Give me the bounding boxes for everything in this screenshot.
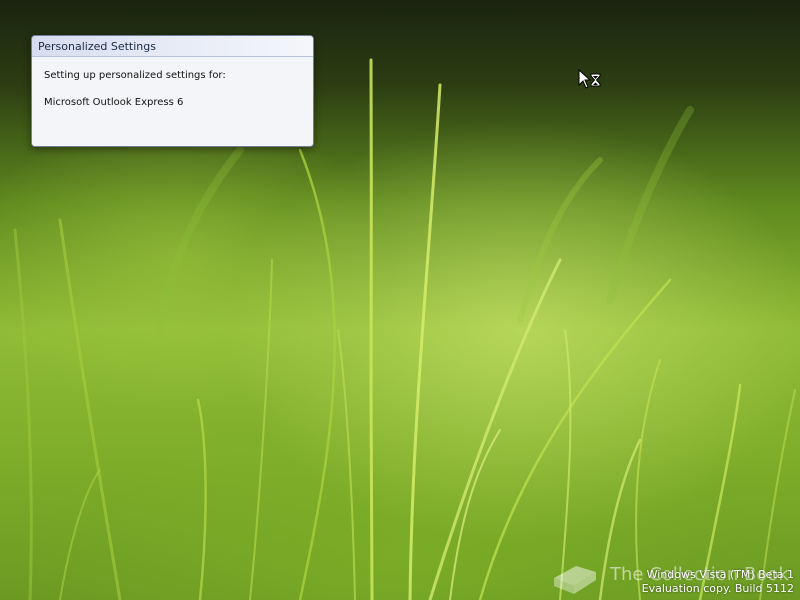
dialog-app-name: Microsoft Outlook Express 6 <box>44 97 184 108</box>
desktop[interactable]: Personalized Settings Setting up persona… <box>0 0 800 600</box>
watermark-line-2: Evaluation copy. Build 5112 <box>641 582 794 595</box>
personalized-settings-dialog[interactable]: Personalized Settings Setting up persona… <box>31 35 314 147</box>
dialog-message: Setting up personalized settings for: <box>44 70 226 81</box>
book-icon <box>554 566 596 594</box>
windows-build-watermark: Windows Vista (TM) Beta 1 Evaluation cop… <box>642 568 794 596</box>
dialog-titlebar[interactable]: Personalized Settings <box>32 36 313 57</box>
dialog-body: Setting up personalized settings for: Mi… <box>32 57 313 146</box>
watermark-line-1: Windows Vista (TM) Beta 1 <box>646 568 794 581</box>
dialog-title: Personalized Settings <box>38 39 156 53</box>
busy-arrow-hourglass-icon <box>578 69 601 89</box>
